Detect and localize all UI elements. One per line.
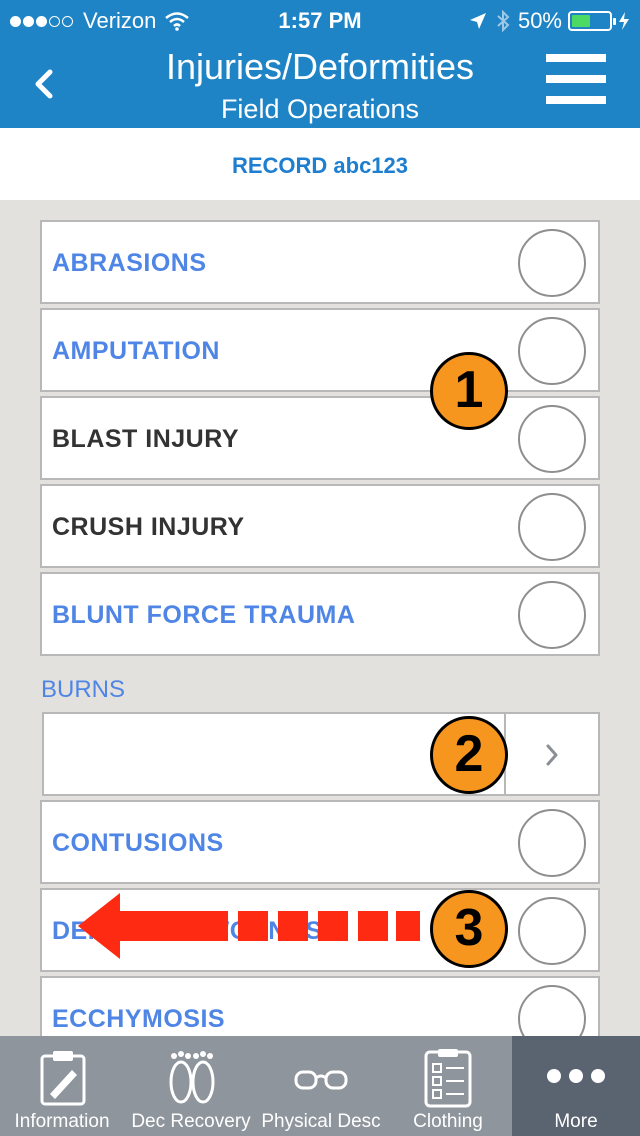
item-label: CONTUSIONS <box>52 829 224 857</box>
annotation-badge-3: 3 <box>430 890 508 968</box>
tab-label: Clothing <box>413 1111 483 1132</box>
tab-dec-recovery[interactable]: Dec Recovery <box>124 1036 258 1136</box>
radio-button[interactable] <box>518 317 586 385</box>
swipe-left-arrow-annotation <box>78 893 420 959</box>
status-right-group: 50% <box>468 8 630 34</box>
radio-button[interactable] <box>518 985 586 1036</box>
item-label: AMPUTATION <box>52 337 220 365</box>
checklist-icon <box>424 1049 472 1108</box>
list-item-crush-injury[interactable]: CRUSH INJURY <box>40 484 600 568</box>
item-label: BLUNT FORCE TRAUMA <box>52 601 356 629</box>
hamburger-menu-icon[interactable] <box>546 54 606 114</box>
radio-button[interactable] <box>518 809 586 877</box>
annotation-badge-2: 2 <box>430 716 508 794</box>
page-subtitle: Field Operations <box>220 94 420 124</box>
navigation-bar: Injuries/Deformities Field Operations <box>0 40 640 128</box>
radio-button[interactable] <box>518 405 586 473</box>
radio-button[interactable] <box>518 897 586 965</box>
tab-clothing[interactable]: Clothing <box>384 1036 512 1136</box>
battery-percent: 50% <box>517 8 562 33</box>
radio-button[interactable] <box>518 229 586 297</box>
charging-icon <box>619 12 629 30</box>
tab-label: More <box>554 1111 598 1132</box>
tab-information[interactable]: Information <box>0 1036 124 1136</box>
record-header: RECORD abc123 <box>0 128 640 200</box>
chevron-right-icon[interactable] <box>540 740 564 770</box>
tab-label: Information <box>14 1111 110 1132</box>
footprints-icon <box>169 1051 215 1104</box>
list-item-blunt-force-trauma[interactable]: BLUNT FORCE TRAUMA <box>40 572 600 656</box>
battery-icon <box>568 11 616 31</box>
tab-physical-desc[interactable]: Physical Desc <box>258 1036 384 1136</box>
location-icon <box>469 13 486 29</box>
list-item-blast-injury[interactable]: BLAST INJURY <box>40 396 600 480</box>
tab-label: Physical Desc <box>261 1111 381 1132</box>
bluetooth-icon <box>497 10 510 32</box>
page-title: Injuries/Deformities <box>165 46 475 87</box>
burns-selector-row[interactable] <box>42 712 600 796</box>
clipboard-pen-icon <box>40 1051 86 1106</box>
annotation-badge-1: 1 <box>430 352 508 430</box>
list-item-abrasions[interactable]: ABRASIONS <box>40 220 600 304</box>
glasses-icon <box>294 1070 348 1090</box>
item-label: BLAST INJURY <box>52 425 240 453</box>
radio-button[interactable] <box>518 493 586 561</box>
back-chevron-icon[interactable] <box>28 60 68 104</box>
tab-bar: Information Dec Recovery Physical Desc C… <box>0 1036 640 1136</box>
status-bar: Verizon 1:57 PM 50% <box>0 0 640 40</box>
more-dots-icon <box>547 1069 605 1083</box>
tab-label: Dec Recovery <box>131 1111 251 1132</box>
item-label: ABRASIONS <box>52 249 207 277</box>
tab-more[interactable]: More <box>512 1036 640 1136</box>
list-item-contusions[interactable]: CONTUSIONS <box>40 800 600 884</box>
item-label: ECCHYMOSIS <box>52 1005 226 1033</box>
list-item-amputation[interactable]: AMPUTATION <box>40 308 600 392</box>
radio-button[interactable] <box>518 581 586 649</box>
item-label: CRUSH INJURY <box>52 513 245 541</box>
list-item-ecchymosis[interactable]: ECCHYMOSIS <box>40 976 600 1036</box>
section-header-burns: BURNS <box>41 676 126 703</box>
